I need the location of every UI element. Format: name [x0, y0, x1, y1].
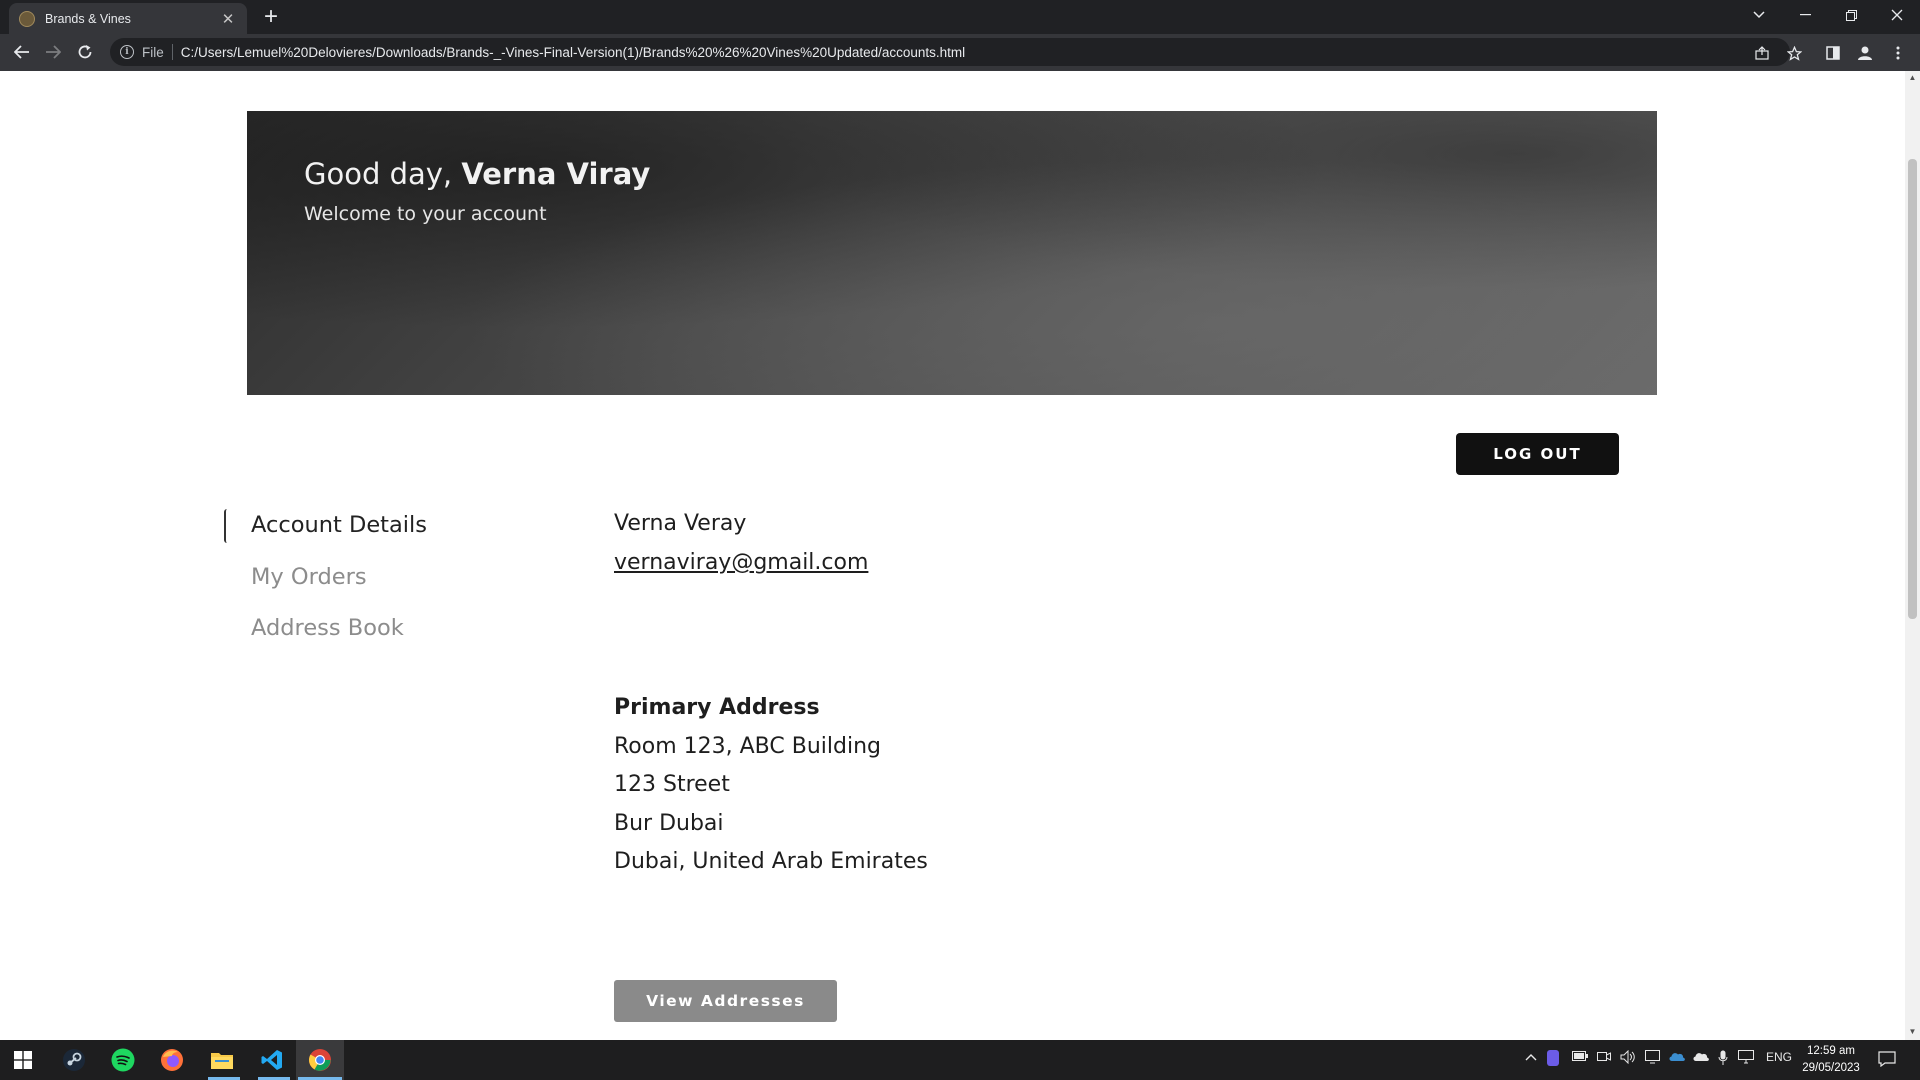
address-line: 123 Street: [614, 772, 730, 797]
address-separator: [171, 44, 173, 60]
display-icon[interactable]: [1645, 1050, 1660, 1067]
windows-taskbar: ENG 12:59 am 29/05/2023: [0, 1040, 1920, 1080]
firefox-icon[interactable]: [158, 1046, 186, 1074]
cloud-icon[interactable]: [1692, 1050, 1710, 1065]
address-bar[interactable]: i File C:/Users/Lemuel%20Delovieres/Down…: [110, 38, 1790, 66]
page-viewport: Good day, Verna Viray Welcome to your ac…: [0, 71, 1905, 1040]
welcome-subtitle: Welcome to your account: [304, 203, 547, 225]
steam-icon[interactable]: [60, 1046, 88, 1074]
clock-date: 29/05/2023: [1802, 1062, 1860, 1074]
file-explorer-icon[interactable]: [208, 1046, 236, 1074]
system-clock[interactable]: 12:59 am 29/05/2023: [1786, 1043, 1876, 1077]
forward-arrow-icon[interactable]: [41, 40, 65, 64]
greeting-heading: Good day, Verna Viray: [304, 157, 650, 191]
address-line: Room 123, ABC Building: [614, 734, 881, 759]
address-line: Dubai, United Arab Emirates: [614, 849, 928, 874]
scroll-thumb[interactable]: [1908, 159, 1917, 619]
browser-tab-strip: Brands & Vines ✕ +: [0, 0, 1920, 34]
back-arrow-icon[interactable]: [10, 40, 34, 64]
chrome-icon[interactable]: [306, 1046, 334, 1074]
bookmark-star-icon[interactable]: [1783, 42, 1805, 64]
tab-title: Brands & Vines: [45, 11, 131, 26]
new-tab-button[interactable]: +: [258, 4, 284, 30]
tab-search-icon[interactable]: [1736, 0, 1782, 30]
scroll-down-arrow-icon[interactable]: ▼: [1908, 1027, 1917, 1036]
site-favicon-icon: [19, 10, 35, 27]
restore-icon[interactable]: [1828, 0, 1874, 30]
view-addresses-button[interactable]: View Addresses: [614, 980, 837, 1022]
camera-icon[interactable]: [1597, 1050, 1611, 1065]
active-nav-indicator: [224, 509, 227, 543]
minimize-icon[interactable]: [1782, 0, 1828, 30]
scroll-up-arrow-icon[interactable]: ▲: [1908, 73, 1917, 82]
microphone-icon[interactable]: [1718, 1050, 1728, 1069]
url-text[interactable]: C:/Users/Lemuel%20Delovieres/Downloads/B…: [181, 45, 965, 60]
browser-tab[interactable]: Brands & Vines ✕: [9, 3, 247, 34]
greeting-user-name: Verna Viray: [461, 157, 651, 191]
windows-start-icon[interactable]: [9, 1046, 37, 1074]
tab-close-icon[interactable]: ✕: [219, 10, 237, 28]
page-scrollbar[interactable]: ▲ ▼: [1905, 71, 1920, 1040]
battery-icon[interactable]: [1572, 1050, 1588, 1065]
logout-button[interactable]: LOG OUT: [1456, 433, 1619, 475]
browser-toolbar: i File C:/Users/Lemuel%20Delovieres/Down…: [0, 34, 1920, 71]
onedrive-icon[interactable]: [1668, 1050, 1686, 1065]
side-panel-icon[interactable]: [1822, 42, 1844, 64]
notification-center-icon[interactable]: [1878, 1051, 1896, 1070]
close-window-icon[interactable]: [1874, 0, 1920, 30]
spotify-icon[interactable]: [109, 1046, 137, 1074]
account-hero-banner: Good day, Verna Viray Welcome to your ac…: [247, 111, 1657, 395]
nav-item-account-details[interactable]: Account Details: [251, 512, 427, 538]
nav-item-my-orders[interactable]: My Orders: [251, 564, 367, 590]
share-icon[interactable]: [1751, 42, 1773, 64]
network-icon[interactable]: [1738, 1050, 1754, 1067]
tray-overflow-chevron-icon[interactable]: [1525, 1050, 1537, 1064]
scheme-label: File: [142, 44, 164, 60]
kebab-menu-icon[interactable]: [1887, 42, 1909, 64]
account-email-link[interactable]: vernaviray@gmail.com: [614, 550, 868, 575]
profile-icon[interactable]: [1854, 42, 1876, 64]
greeting-prefix: Good day,: [304, 157, 462, 191]
address-line: Bur Dubai: [614, 811, 724, 836]
primary-address-heading: Primary Address: [614, 695, 820, 720]
nav-item-address-book[interactable]: Address Book: [251, 615, 404, 641]
tray-app-icon[interactable]: [1547, 1050, 1559, 1069]
reload-icon[interactable]: [73, 40, 97, 64]
account-name: Verna Veray: [614, 511, 747, 536]
site-info-icon[interactable]: i: [120, 45, 134, 59]
volume-icon[interactable]: [1620, 1049, 1636, 1067]
clock-time: 12:59 am: [1807, 1045, 1855, 1057]
vscode-icon[interactable]: [258, 1046, 286, 1074]
